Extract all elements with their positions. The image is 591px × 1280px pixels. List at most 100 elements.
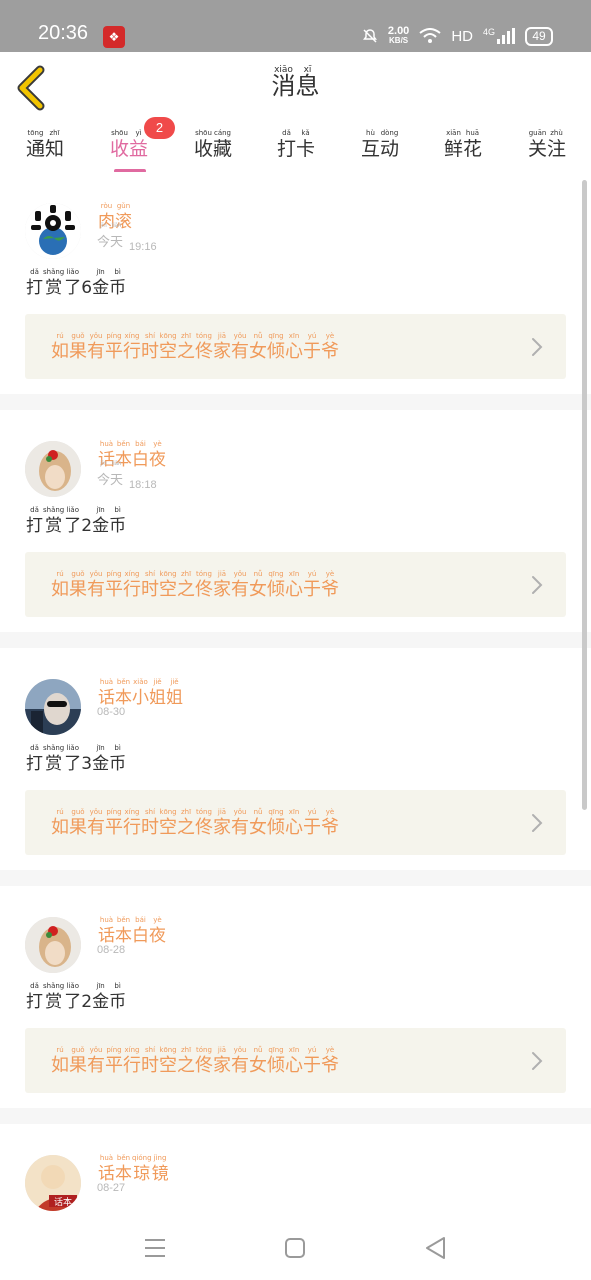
hanzi: 平 [105, 341, 123, 362]
ruby-char: yǒu 有 [87, 332, 105, 363]
message-card[interactable]: huà 话 běn 本 bái 白 yè 夜 08-28 dǎ 打 shǎng 赏 liǎo 了 2 jīn 金 b… [0, 886, 591, 1106]
pinyin: huà [99, 1154, 114, 1162]
tab-interaction[interactable]: hù 互 dòng 动 [350, 129, 410, 160]
pinyin: jīn [96, 982, 105, 990]
message-card[interactable]: huà 话 běn 本 xiǎo 小 jiě 姐 jiě 姐 08-30 dǎ 打 shǎng 赏 liǎo 了… [0, 648, 591, 868]
ruby-char: dǎ 打 [26, 744, 43, 775]
app-notification-icon: ❖ [103, 26, 125, 48]
hanzi: 注 [547, 138, 567, 160]
tab-following[interactable]: guān 关 zhù 注 [517, 129, 577, 160]
pinyin: zhī [180, 332, 192, 340]
chevron-right-icon [532, 814, 543, 832]
hanzi: 如 [51, 341, 69, 362]
tab-collections[interactable]: shōu 收 cáng 藏 [183, 129, 243, 160]
pinyin: huà [99, 440, 114, 448]
avatar-book-cover-icon[interactable]: 话本 [25, 1155, 81, 1211]
hanzi: 爷 [321, 817, 339, 838]
hanzi: 爷 [321, 579, 339, 600]
hanzi: 赏 [45, 516, 63, 536]
tab-checkin[interactable]: dǎ 打 kǎ 卡 [266, 129, 326, 160]
avatar-globe-icon[interactable] [25, 203, 81, 259]
ruby-char: jiā 家 [213, 332, 231, 363]
signal-icon [497, 28, 515, 44]
status-bar: 20:36 ❖ 2.00 KB/S HD 4G 49 [0, 0, 591, 52]
message-card[interactable]: ròu 肉 gǔn 滚 jīn 今 tiān 天 19:16 dǎ 打 shǎng 赏 liǎo 了 6 jīn… [0, 172, 591, 392]
pinyin: shōu [195, 129, 212, 137]
pinyin: píng [106, 808, 122, 816]
book-title: rú 如 guǒ 果 yǒu 有 píng 平 xíng 行 shí 时 kōng 空 zhī 之 tóng 佟 j… [51, 332, 339, 363]
ruby-char: qīng 倾 [267, 1046, 285, 1077]
avatar-girl-flower-icon[interactable] [25, 917, 81, 973]
hanzi: 佟 [195, 341, 213, 362]
ruby-char: liǎo 了 [64, 982, 81, 1013]
message-card[interactable]: 话本 huà 话 běn 本 qióng 琼 jìng 镜 08-27 [0, 1124, 591, 1222]
ruby-char: 2 [81, 991, 92, 1013]
hanzi: 果 [69, 817, 87, 838]
pinyin: tiān [111, 461, 122, 467]
ruby-char: rú 如 [51, 332, 69, 363]
pinyin: yǒu [89, 1046, 103, 1054]
ruby-char: xī 息 [296, 66, 320, 99]
book-title: rú 如 guǒ 果 yǒu 有 píng 平 xíng 行 shí 时 kōng 空 zhī 之 tóng 佟 j… [51, 570, 339, 601]
hanzi: 于 [303, 817, 321, 838]
pinyin: yè [153, 916, 162, 924]
ruby-char: píng 平 [105, 332, 123, 363]
message-card[interactable]: huà 话 běn 本 bái 白 yè 夜 jīn 今 tiān 天 18:18 dǎ 打 shǎng 赏 li… [0, 410, 591, 630]
ruby-char: shí 时 [141, 1046, 159, 1077]
ruby-char: zhī 之 [177, 1046, 195, 1077]
pinyin: zhī [180, 1046, 192, 1054]
tab-notice[interactable]: tōng 通 zhī 知 [15, 129, 75, 160]
sender-name[interactable]: huà 话 běn 本 bái 白 yè 夜 [98, 916, 166, 947]
pinyin: dǎ [282, 129, 291, 137]
pinyin: yǒu [89, 332, 103, 340]
ruby-char: shǎng 赏 [43, 268, 64, 299]
pinyin: huà [99, 916, 114, 924]
home-button[interactable] [280, 1234, 310, 1262]
scrollbar[interactable] [582, 180, 587, 810]
time-value: 18:18 [129, 479, 157, 491]
sender-name[interactable]: huà 话 běn 本 qióng 琼 jìng 镜 [98, 1154, 169, 1185]
ruby-char: liǎo 了 [64, 268, 81, 299]
ruby-char: yú 于 [303, 332, 321, 363]
pinyin: zhī [180, 808, 192, 816]
hanzi: 行 [123, 341, 141, 362]
ruby-char: tóng 佟 [195, 332, 213, 363]
pinyin: shǎng [43, 744, 65, 752]
book-link[interactable]: rú 如 guǒ 果 yǒu 有 píng 平 xíng 行 shí 时 kōng 空 zhī 之 tóng 佟 j… [25, 1028, 566, 1093]
pinyin: yú [307, 808, 317, 816]
book-link[interactable]: rú 如 guǒ 果 yǒu 有 píng 平 xíng 行 shí 时 kōng 空 zhī 之 tóng 佟 j… [25, 790, 566, 855]
hanzi: 平 [105, 1055, 123, 1076]
hanzi: 心 [285, 341, 303, 362]
ruby-char: huà 话 [98, 1154, 115, 1185]
menu-button[interactable] [140, 1234, 170, 1262]
hanzi: 天 [110, 234, 124, 249]
hanzi: 佟 [195, 579, 213, 600]
battery-icon: 49 [525, 26, 553, 46]
back-nav-button[interactable] [420, 1234, 450, 1262]
earnings-badge: 2 [144, 117, 175, 139]
ruby-char: yǒu 有 [231, 808, 249, 839]
pinyin: tóng [196, 1046, 212, 1054]
ruby-char: shōu 收 [194, 129, 213, 160]
book-link[interactable]: rú 如 guǒ 果 yǒu 有 píng 平 xíng 行 shí 时 kōng 空 zhī 之 tóng 佟 j… [25, 552, 566, 617]
hanzi: 打 [26, 992, 43, 1012]
pinyin: shí [144, 808, 156, 816]
book-link[interactable]: rú 如 guǒ 果 yǒu 有 píng 平 xíng 行 shí 时 kōng 空 zhī 之 tóng 佟 j… [25, 314, 566, 379]
avatar-girl-flower-icon[interactable] [25, 441, 81, 497]
hanzi: 打 [276, 138, 296, 160]
pinyin: jiě [170, 678, 179, 686]
tab-flowers[interactable]: xiān 鲜 huā 花 [433, 129, 493, 160]
ruby-char: yú 于 [303, 1046, 321, 1077]
hanzi: 倾 [267, 341, 285, 362]
pinyin: dǎ [30, 744, 39, 752]
tab-bar: tōng 通 zhī 知 shōu 收 yì 益 shōu 收 cáng 藏 dǎ 打 kǎ 卡 hù 互… [0, 124, 591, 173]
ruby-char: yǒu 有 [87, 570, 105, 601]
ruby-char: píng 平 [105, 808, 123, 839]
hanzi: 有 [87, 817, 105, 838]
sender-name[interactable]: huà 话 běn 本 xiǎo 小 jiě 姐 jiě 姐 [98, 678, 183, 709]
pinyin: shǎng [43, 506, 65, 514]
ruby-char: xíng 行 [123, 332, 141, 363]
avatar-sunglasses-icon[interactable] [25, 679, 81, 735]
pinyin: liǎo [66, 506, 79, 514]
pinyin: yè [325, 570, 335, 578]
